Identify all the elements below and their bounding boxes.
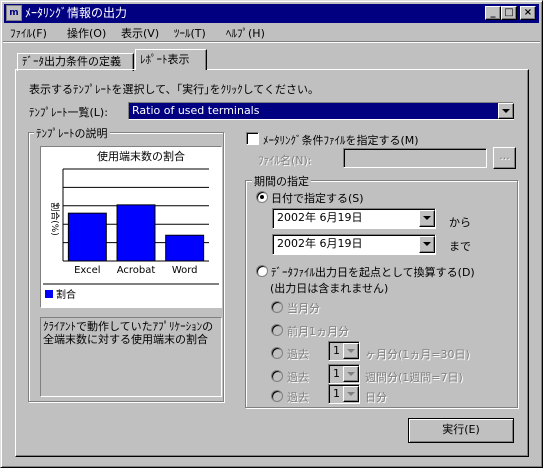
past-months-label[interactable]: 過去 [287, 346, 309, 362]
previous-month-radio[interactable] [271, 324, 283, 336]
from-suffix: から [449, 216, 471, 229]
relative-date-note: (出力日は含まれません) [270, 282, 389, 295]
menu-help[interactable]: ﾍﾙﾌﾟ(H) [226, 25, 265, 41]
previous-month-label[interactable]: 前月1ヵ月分 [287, 323, 349, 339]
menu-operation[interactable]: 操作(O) [67, 25, 106, 41]
relative-date-radio[interactable] [256, 265, 268, 277]
current-month-label[interactable]: 当月分 [287, 300, 320, 316]
template-preview: 使用端末数の割合 Excel Acrobat Word 割合(%) 割合 [40, 146, 222, 308]
report-display-panel: 表示するﾃﾝﾌﾟﾚｰﾄを選択して、｢実行｣をｸﾘｯｸしてください。 ﾃﾝﾌﾟﾚｰ… [15, 69, 529, 457]
past-days-dropdown-button[interactable] [343, 386, 359, 402]
to-date-dropdown-button[interactable] [419, 236, 435, 253]
past-months-dropdown-button[interactable] [343, 343, 359, 359]
past-weeks-radio[interactable] [271, 370, 283, 382]
metering-file-checkbox[interactable] [246, 132, 259, 145]
chart-bar-word [165, 234, 205, 262]
tab-report-display[interactable]: ﾚﾎﾟｰﾄ表示 [135, 49, 207, 70]
past-days-label[interactable]: 過去 [287, 389, 309, 405]
metering-file-checkbox-label[interactable]: ﾒｰﾀﾘﾝｸﾞ条件ﾌｧｲﾙを指定する(M) [263, 132, 419, 148]
filename-field[interactable] [343, 148, 487, 168]
meter-app-icon[interactable]: m [6, 5, 22, 21]
chart-title: 使用端末数の割合 [97, 149, 185, 163]
past-days-unit: 日分 [365, 391, 387, 404]
past-weeks-dropdown-button[interactable] [343, 366, 359, 382]
by-date-radio[interactable] [256, 191, 268, 203]
template-list-label: ﾃﾝﾌﾟﾚｰﾄ一覧(L): [29, 106, 108, 119]
chart-x-tick-label: Excel [74, 265, 101, 276]
filename-label: ﾌｧｲﾙ名(N): [258, 154, 312, 167]
menu-view[interactable]: 表示(V) [121, 25, 159, 41]
maximize-button[interactable]: □ [501, 6, 517, 20]
legend-label: 割合 [56, 288, 76, 301]
from-date-dropdown-button[interactable] [419, 210, 435, 227]
past-days-radio[interactable] [271, 390, 283, 402]
past-months-unit: ヶ月分(1ヵ月=30日) [365, 348, 470, 361]
relative-date-label[interactable]: ﾃﾞｰﾀﾌｧｲﾙ出力日を起点として換算する(D) [271, 264, 475, 280]
minimize-button[interactable]: _ [485, 6, 501, 20]
past-weeks-label[interactable]: 過去 [287, 369, 309, 385]
past-months-radio[interactable] [271, 347, 283, 359]
menu-file[interactable]: ﾌｧｲﾙ(F) [10, 25, 47, 41]
browse-button[interactable]: ... [493, 147, 516, 169]
chart-x-tick-label: Acrobat [117, 265, 156, 276]
app-window: m ﾒｰﾀﾘﾝｸﾞ情報の出力 _ □ × ﾌｧｲﾙ(F) 操作(O) 表示(V)… [0, 0, 543, 468]
chart-y-axis-label: 割合(%) [49, 202, 61, 236]
instruction-text: 表示するﾃﾝﾌﾟﾚｰﾄを選択して、｢実行｣をｸﾘｯｸしてください。 [29, 83, 319, 96]
template-description-title: ﾃﾝﾌﾟﾚｰﾄの説明 [34, 125, 110, 141]
period-group-title: 期間の指定 [252, 173, 311, 189]
to-suffix: まで [449, 240, 471, 253]
chart-bar-acrobat [116, 204, 156, 262]
legend-swatch [45, 290, 53, 298]
bar-chart: 使用端末数の割合 Excel Acrobat Word 割合(%) 割合 [43, 149, 219, 301]
close-button[interactable]: × [520, 6, 536, 20]
template-list-combo[interactable]: Ratio of used terminals [128, 102, 514, 120]
title-bar[interactable]: m ﾒｰﾀﾘﾝｸﾞ情報の出力 _ □ × [4, 4, 539, 23]
menu-tools[interactable]: ﾂｰﾙ(T) [174, 25, 206, 41]
to-date-field[interactable]: 2002年 6月19日 [272, 234, 436, 255]
current-month-radio[interactable] [271, 301, 283, 313]
past-weeks-unit: 週間分(1週間=7日) [365, 371, 463, 384]
window-title: ﾒｰﾀﾘﾝｸﾞ情報の出力 [25, 6, 128, 20]
chart-bar-excel [67, 212, 107, 262]
chart-x-tick-label: Word [172, 265, 198, 276]
template-list-dropdown-button[interactable] [498, 103, 514, 119]
template-description-text: ｸﾗｲｱﾝﾄで動作していたｱﾌﾟﾘｹｰｼｮﾝの全端末数に対する使用端末の割合 [40, 317, 222, 397]
by-date-label[interactable]: 日付で指定する(S) [271, 190, 364, 206]
from-date-field[interactable]: 2002年 6月19日 [272, 208, 436, 229]
run-button[interactable]: 実行(E) [408, 418, 514, 443]
menu-bar: ﾌｧｲﾙ(F) 操作(O) 表示(V) ﾂｰﾙ(T) ﾍﾙﾌﾟ(H) [4, 24, 539, 40]
menu-divider [3, 41, 540, 43]
